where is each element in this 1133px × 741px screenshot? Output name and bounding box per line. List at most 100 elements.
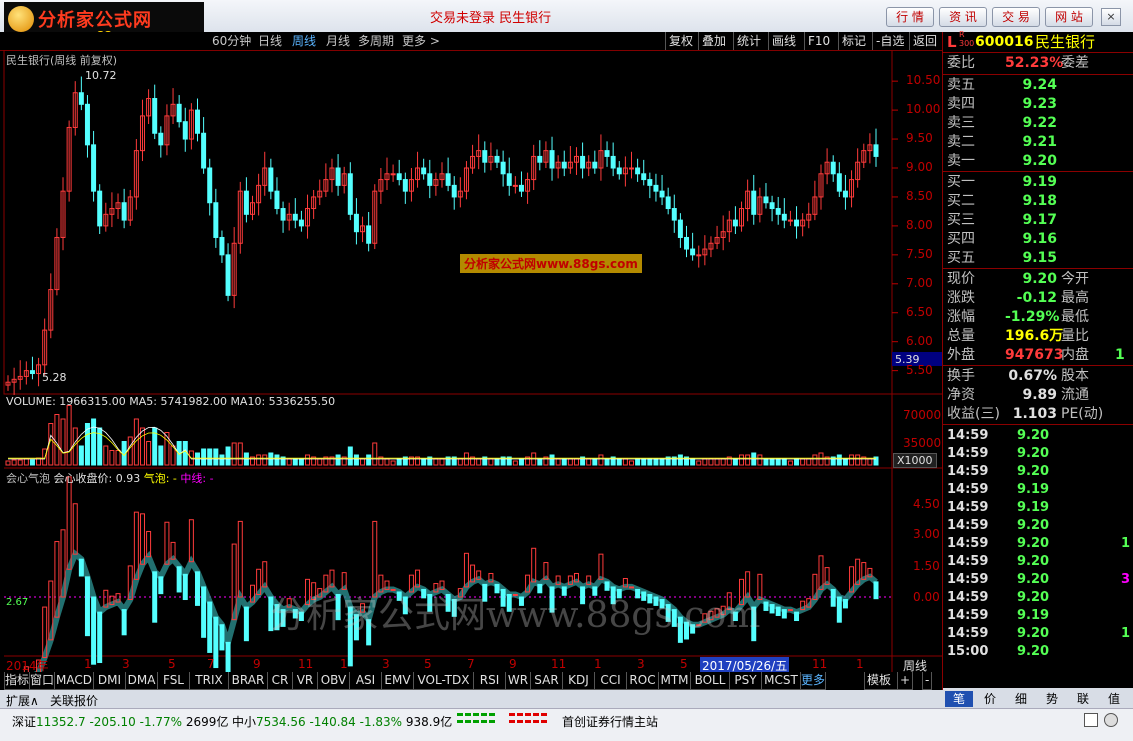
tab-obv[interactable]: OBV [317, 672, 350, 690]
candle-body [873, 144, 879, 157]
tick-row: 15:00 9.20 [947, 643, 1049, 661]
volume-bar [512, 460, 518, 466]
f10-button[interactable]: F10 [804, 32, 833, 50]
close-icon[interactable]: × [1101, 8, 1121, 26]
add-watchlist-button[interactable]: -自选 [872, 32, 907, 50]
tab-asi[interactable]: ASI [349, 672, 382, 690]
tab-brar[interactable]: BRAR [228, 672, 268, 690]
stat-row-label: 涨幅 [947, 309, 975, 325]
tab-roc[interactable]: ROC [626, 672, 659, 690]
trade-button[interactable]: 交 易 [992, 7, 1040, 27]
related-quote-button[interactable]: 关联报价 [50, 692, 98, 709]
panel-tab[interactable]: 势 [1038, 691, 1066, 707]
tab-boll[interactable]: BOLL [690, 672, 730, 690]
tab-dmi[interactable]: DMI [93, 672, 126, 690]
add-pane-button[interactable]: + [897, 672, 914, 690]
quote-button[interactable]: 行 情 [886, 7, 934, 27]
statistics-button[interactable]: 统计 [733, 32, 764, 50]
template-button[interactable]: 模板 [864, 672, 898, 690]
overlay-button[interactable]: 叠加 [698, 32, 729, 50]
panel-tab[interactable]: 细 [1007, 691, 1035, 707]
candle-body [494, 155, 500, 163]
stat-row-value2: 1 [1115, 347, 1125, 363]
panel-tab[interactable]: 值 [1100, 691, 1128, 707]
tab-[interactable]: 更多 [800, 672, 826, 690]
expand-button[interactable]: 扩展∧ [6, 692, 39, 709]
volume-bar [775, 458, 781, 466]
period-week[interactable]: 周线 [292, 32, 316, 50]
tab-mtm[interactable]: MTM [658, 672, 691, 690]
tab-mcst[interactable]: MCST [761, 672, 801, 690]
tab-kdj[interactable]: KDJ [562, 672, 595, 690]
tick-price: 9.20 [1017, 536, 1050, 551]
sz-index[interactable]: 深证11352.7 -205.10 -1.77% 2699亿 [12, 713, 228, 730]
volume-bar [5, 460, 11, 466]
stat2-row: 收益(三) 1.103 PE(动) [947, 405, 1103, 424]
chart-svg[interactable] [0, 50, 942, 672]
candle-body [194, 109, 200, 134]
tab-cci[interactable]: CCI [594, 672, 627, 690]
period-day[interactable]: 日线 [258, 32, 282, 50]
volume-bar [586, 458, 592, 466]
volume-bar [360, 458, 366, 466]
volume-bar [628, 460, 634, 466]
ask-row-value: 9.24 [1022, 77, 1057, 93]
volume-bar [353, 454, 359, 466]
zx-index[interactable]: 中小7534.56 -140.84 -1.83% 938.9亿 [232, 713, 452, 730]
tab-sar[interactable]: SAR [530, 672, 563, 690]
restore-rights-button[interactable]: 复权 [665, 32, 696, 50]
candle-body [421, 167, 427, 175]
tab-wr[interactable]: WR [505, 672, 531, 690]
price-ytick: 8.50 [906, 188, 933, 203]
panel-tab[interactable]: 价 [976, 691, 1004, 707]
tab-dma[interactable]: DMA [125, 672, 158, 690]
tab--0[interactable]: 指标 [4, 672, 30, 690]
volume-bar [567, 458, 573, 466]
tick-price: 9.20 [1017, 644, 1050, 659]
news-button[interactable]: 资 讯 [939, 7, 987, 27]
tab-psy[interactable]: PSY [729, 672, 762, 690]
time-axis-label: 9 [509, 657, 517, 671]
mark-button[interactable]: 标记 [838, 32, 869, 50]
tab-cr[interactable]: CR [267, 672, 293, 690]
draw-line-button[interactable]: 画线 [768, 32, 799, 50]
tab--1[interactable]: 窗口 [29, 672, 55, 690]
back-button[interactable]: 返回 [909, 32, 940, 50]
volume-bar [842, 458, 848, 466]
indicator-bar [794, 611, 800, 622]
tab-vr[interactable]: VR [292, 672, 318, 690]
indicator-bar [158, 576, 164, 595]
volume-bar [708, 458, 714, 466]
stock-code: 600016 [975, 34, 1034, 50]
time-axis-label: 3 [122, 657, 130, 671]
volume-bar [84, 423, 90, 466]
volume-bar [732, 458, 738, 466]
tick-row: 14:59 9.20 [947, 517, 1049, 535]
panel-tab[interactable]: 联 [1069, 691, 1097, 707]
period-more[interactable]: 更多 > [402, 32, 440, 50]
volume-bar [347, 446, 353, 466]
period-multi[interactable]: 多周期 [358, 32, 394, 50]
website-button[interactable]: 网 站 [1045, 7, 1093, 27]
status-circle-icon[interactable] [1104, 713, 1118, 727]
tab-trix[interactable]: TRIX [189, 672, 229, 690]
time-axis-label: 5 [168, 657, 176, 671]
period-60min[interactable]: 60分钟 [212, 32, 251, 50]
indicator-bar [152, 571, 158, 623]
tab-fsl[interactable]: FSL [157, 672, 190, 690]
stat-row-value: 196.6万 [1005, 328, 1064, 344]
status-square-icon[interactable] [1084, 713, 1098, 727]
volume-bar [659, 458, 665, 466]
tab-emv[interactable]: EMV [381, 672, 414, 690]
volume-bar [702, 458, 708, 466]
ask-row-label: 卖五 [947, 77, 975, 93]
tab-voltdx[interactable]: VOL-TDX [413, 672, 474, 690]
volume-bar [207, 448, 213, 466]
tab-rsi[interactable]: RSI [473, 672, 506, 690]
period-month[interactable]: 月线 [326, 32, 350, 50]
remove-pane-button[interactable]: - [922, 672, 933, 690]
panel-tab[interactable]: 笔 [945, 691, 973, 707]
volume-bar [335, 454, 341, 466]
tab-macd[interactable]: MACD [54, 672, 94, 690]
stat-row-label2: 内盘 [1061, 347, 1089, 363]
